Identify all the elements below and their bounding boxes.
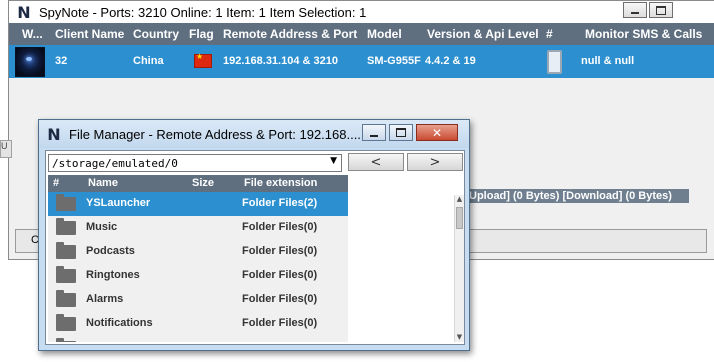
fm-minimize-button[interactable] xyxy=(362,124,386,141)
maximize-icon xyxy=(396,128,406,137)
file-extension: Folder Files(0) xyxy=(242,221,318,233)
monitor-cell: null & null xyxy=(581,55,635,67)
back-arrow-icon: < xyxy=(370,154,382,170)
main-titlebar[interactable]: N SpyNote - Ports: 3210 Online: 1 Item: … xyxy=(9,1,714,23)
spynote-logo-icon: N xyxy=(17,2,31,22)
col-header-remote-address[interactable]: Remote Address & Port xyxy=(223,27,357,41)
file-row[interactable]: Notifications Folder Files(0) xyxy=(48,312,348,336)
file-row[interactable]: Ringtones Folder Files(0) xyxy=(48,264,348,288)
col-header-name[interactable]: Name xyxy=(88,177,118,189)
col-header-client-name[interactable]: Client Name xyxy=(55,27,124,41)
minimize-icon xyxy=(370,134,378,137)
path-value: /storage/emulated/0 xyxy=(52,157,178,170)
main-window-title: SpyNote - Ports: 3210 Online: 1 Item: 1 … xyxy=(39,4,367,20)
file-manager-body: /storage/emulated/0 ▼ < > # Name Size Fi… xyxy=(45,150,465,345)
clients-table-header: W... Client Name Country Flag Remote Add… xyxy=(9,23,714,45)
forward-arrow-icon: > xyxy=(429,154,441,170)
file-row[interactable]: YSLauncher Folder Files(2) xyxy=(48,192,348,216)
client-name-cell: 32 xyxy=(55,55,68,67)
col-header-flag[interactable]: Flag xyxy=(189,27,214,41)
forward-button[interactable]: > xyxy=(407,153,463,171)
remote-address-cell: 192.168.31.104 & 3210 xyxy=(223,55,338,67)
background-window-label: U xyxy=(1,141,8,151)
folder-icon xyxy=(56,194,76,211)
file-manager-title: File Manager - Remote Address & Port: 19… xyxy=(69,126,361,142)
file-name: YSLauncher xyxy=(86,197,151,209)
minimize-button[interactable] xyxy=(623,2,647,18)
col-header-index[interactable]: # xyxy=(546,27,553,41)
col-header-w[interactable]: W... xyxy=(22,27,43,41)
phone-icon xyxy=(547,50,562,74)
file-manager-window: N File Manager - Remote Address & Port: … xyxy=(38,119,470,351)
col-header-monitor[interactable]: Monitor SMS & Calls xyxy=(585,27,702,41)
model-cell: SM-G955F xyxy=(367,55,421,67)
file-extension: Folder Files(0) xyxy=(242,245,318,257)
folder-icon xyxy=(56,242,76,259)
folder-icon xyxy=(56,314,76,331)
file-row[interactable]: Music Folder Files(0) xyxy=(48,216,348,240)
file-table-header: # Name Size File extension xyxy=(48,175,348,192)
file-extension: Folder Files(0) xyxy=(242,293,318,305)
file-row[interactable] xyxy=(48,336,348,342)
version-cell: 4.4.2 & 19 xyxy=(425,55,476,67)
client-row[interactable]: 32 China 192.168.31.104 & 3210 SM-G955F … xyxy=(9,45,714,78)
file-name: Alarms xyxy=(86,293,124,305)
file-row[interactable]: Alarms Folder Files(0) xyxy=(48,288,348,312)
file-name: Podcasts xyxy=(86,245,135,257)
close-icon: ✕ xyxy=(431,125,443,140)
file-name: Music xyxy=(86,221,118,233)
file-list: YSLauncher Folder Files(2) Music Folder … xyxy=(48,192,348,342)
folder-icon xyxy=(56,290,76,307)
col-header-extension[interactable]: File extension xyxy=(244,177,317,189)
back-button[interactable]: < xyxy=(348,153,404,171)
scroll-up-icon[interactable]: ▲ xyxy=(455,195,464,204)
scroll-thumb[interactable] xyxy=(456,207,463,229)
folder-icon xyxy=(56,218,76,235)
fm-close-button[interactable]: ✕ xyxy=(416,124,458,141)
chevron-down-icon[interactable]: ▼ xyxy=(330,156,337,166)
maximize-button[interactable] xyxy=(649,2,673,18)
file-manager-titlebar[interactable]: N File Manager - Remote Address & Port: … xyxy=(39,120,469,148)
country-cell: China xyxy=(133,55,164,67)
folder-icon xyxy=(56,338,76,342)
col-header-index[interactable]: # xyxy=(53,177,59,189)
file-list-scrollbar[interactable]: ▲ ▼ xyxy=(454,195,464,342)
path-dropdown[interactable]: /storage/emulated/0 ▼ xyxy=(48,154,342,172)
file-extension: Folder Files(2) xyxy=(242,197,318,209)
client-wallpaper-thumbnail xyxy=(15,47,45,77)
col-header-model[interactable]: Model xyxy=(367,27,402,41)
spynote-logo-icon: N xyxy=(47,124,61,144)
file-name: Ringtones xyxy=(86,269,140,281)
minimize-icon xyxy=(631,12,639,14)
col-header-size[interactable]: Size xyxy=(192,177,214,189)
fm-maximize-button[interactable] xyxy=(389,124,413,141)
background-window-edge: U xyxy=(0,140,12,158)
scroll-down-icon[interactable]: ▼ xyxy=(455,333,464,342)
file-extension: Folder Files(0) xyxy=(242,317,318,329)
file-row[interactable]: Podcasts Folder Files(0) xyxy=(48,240,348,264)
maximize-icon xyxy=(656,5,666,15)
col-header-country[interactable]: Country xyxy=(133,27,179,41)
col-header-version[interactable]: Version & Api Level xyxy=(427,27,539,41)
transfer-status-text: Upload] (0 Bytes) [Download] (0 Bytes) xyxy=(469,189,689,203)
china-flag-icon xyxy=(194,52,212,68)
file-name: Notifications xyxy=(86,317,153,329)
file-extension: Folder Files(0) xyxy=(242,269,318,281)
folder-icon xyxy=(56,266,76,283)
